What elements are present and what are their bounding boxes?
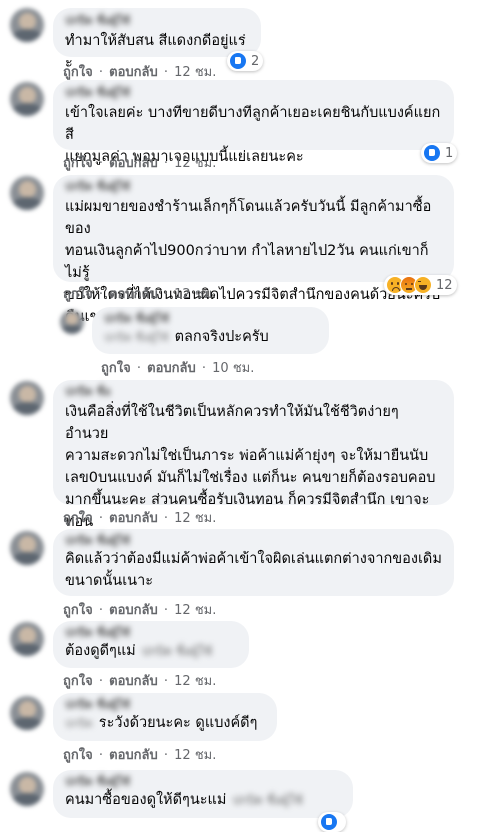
reaction-summary[interactable] bbox=[318, 812, 346, 832]
comment-bubble: ปกปิด ชื่อผู้ใช้ ทำมาให้สับสน สีแดงกดีอย… bbox=[53, 8, 261, 71]
comment-actions: ถูกใจ · ตอบกลับ · 12 ชม. bbox=[63, 748, 217, 763]
comment-author[interactable]: ปกปิด ชื่อผู้ใช้ bbox=[65, 534, 442, 548]
like-button[interactable]: ถูกใจ bbox=[63, 603, 93, 618]
comment-bubble: ปกปิด ชื่อผู้ใช้ เข้าใจเลยค่ะ บางทีขายดี… bbox=[53, 80, 454, 165]
avatar[interactable] bbox=[10, 8, 44, 42]
like-button[interactable]: ถูกใจ bbox=[63, 511, 93, 526]
comment-time[interactable]: 12 ชม. bbox=[174, 748, 216, 763]
comment-actions: ถูกใจ · ตอบกลับ · 10 ชม. bbox=[101, 361, 255, 376]
avatar[interactable] bbox=[10, 176, 44, 210]
avatar[interactable] bbox=[10, 696, 44, 730]
comment-bubble: ปกปิด ชื่อผู้ใช้ ปกปิด ชื่อผู้ใช้ ตลกจริ… bbox=[92, 307, 329, 354]
reply-button[interactable]: ตอบกลับ bbox=[147, 361, 196, 376]
avatar[interactable] bbox=[10, 531, 44, 565]
comment-author-subtitle: ปกปิด bbox=[65, 717, 93, 730]
comment-text: คิดแล้วว่าต้องมีแม่ค้าพ่อค้าเข้าใจผิดเล่… bbox=[65, 551, 442, 589]
like-button[interactable]: ถูกใจ bbox=[63, 748, 93, 763]
comment-actions: ถูกใจ · ตอบกลับ · 12 ชม. bbox=[63, 511, 217, 526]
avatar[interactable] bbox=[10, 622, 44, 656]
comment-bubble: ปกปิด ชื่อผู้ใช้ ต้องดูดีๆแม่ ปกปิด ชื่อ… bbox=[53, 621, 249, 668]
comment-author[interactable]: ปกปิด ชื่อผู้ใช้ bbox=[65, 86, 442, 100]
comment-author[interactable]: ปกปิด ชื่อผู้ใช้ bbox=[65, 698, 265, 712]
comment-bubble: ปกปิด ชื่อ เงินคือสิ่งที่ใช้ในชีวิตเป็นห… bbox=[53, 380, 454, 552]
comment-text: ระวังด้วยนะคะ ดูแบงค์ดีๆ bbox=[98, 715, 258, 731]
like-icon bbox=[229, 52, 247, 70]
reply-button[interactable]: ตอบกลับ bbox=[109, 674, 158, 689]
reply-button[interactable]: ตอบกลับ bbox=[109, 603, 158, 618]
comment-time[interactable]: 12 ชม. bbox=[174, 511, 216, 526]
like-button[interactable]: ถูกใจ bbox=[63, 674, 93, 689]
comment-author-subtitle: ปกปิด ชื่อผู้ใช้ bbox=[104, 331, 169, 344]
comment-text: คนมาซื้อของดูให้ดีๆนะแม่ bbox=[65, 792, 227, 808]
avatar[interactable] bbox=[10, 82, 44, 116]
reply-button[interactable]: ตอบกลับ bbox=[109, 511, 158, 526]
comment-text: ตลกจริงปะครับ bbox=[174, 329, 269, 345]
like-icon bbox=[320, 813, 338, 831]
reply-button[interactable]: ตอบกลับ bbox=[109, 156, 158, 171]
comment-author[interactable]: ปกปิด ชื่อผู้ใช้ bbox=[65, 14, 249, 28]
reaction-summary[interactable]: 2 bbox=[227, 51, 264, 71]
comment-time[interactable]: 12 ชม. bbox=[174, 674, 216, 689]
like-button[interactable]: ถูกใจ bbox=[101, 361, 131, 376]
comment-bubble: ปกปิด ชื่อผู้ใช้ คิดแล้วว่าต้องมีแม่ค้าพ… bbox=[53, 529, 454, 596]
comment-author[interactable]: ปกปิด ชื่อ bbox=[65, 385, 442, 399]
comment-actions: ถูกใจ · ตอบกลับ · 12 ชม. bbox=[63, 287, 217, 302]
comment-time[interactable]: 12 ชม. bbox=[174, 65, 216, 80]
avatar[interactable] bbox=[60, 310, 84, 334]
like-button[interactable]: ถูกใจ bbox=[63, 65, 93, 80]
avatar[interactable] bbox=[10, 381, 44, 415]
comment-author[interactable]: ปกปิด ชื่อผู้ใช้ bbox=[65, 626, 237, 640]
comment-time[interactable]: 12 ชม. bbox=[174, 603, 216, 618]
like-icon bbox=[423, 144, 441, 162]
comment-actions: ถูกใจ · ตอบกลับ · 12 ชม. bbox=[63, 603, 217, 618]
comment-time[interactable]: 12 ชม. bbox=[174, 287, 216, 302]
reply-button[interactable]: ตอบกลับ bbox=[109, 65, 158, 80]
reply-button[interactable]: ตอบกลับ bbox=[109, 287, 158, 302]
mention-tag[interactable]: ปกปิด ชื่อผู้ใช้ bbox=[142, 642, 213, 661]
reaction-count: 12 bbox=[436, 277, 453, 293]
avatar[interactable] bbox=[10, 772, 44, 806]
reaction-count: 2 bbox=[251, 53, 260, 69]
like-button[interactable]: ถูกใจ bbox=[63, 156, 93, 171]
comment-author[interactable]: ปกปิด ชื่อผู้ใช้ bbox=[65, 180, 442, 194]
comment-actions: ถูกใจ · ตอบกลับ · 12 ชม. bbox=[63, 65, 217, 80]
reaction-count: 1 bbox=[445, 145, 454, 161]
reaction-summary[interactable]: 1 bbox=[421, 143, 458, 163]
reply-button[interactable]: ตอบกลับ bbox=[109, 748, 158, 763]
mention-tag[interactable]: ปกปิด ชื่อผู้ใช้ bbox=[232, 791, 303, 810]
reaction-summary[interactable]: 12 bbox=[384, 275, 457, 295]
comment-actions: ถูกใจ · ตอบกลับ · 12 ชม. bbox=[63, 156, 217, 171]
comment-time[interactable]: 10 ชม. bbox=[212, 361, 254, 376]
comment-author[interactable]: ปกปิด ชื่อผู้ใช้ bbox=[104, 312, 317, 326]
comment-actions: ถูกใจ · ตอบกลับ · 12 ชม. bbox=[63, 674, 217, 689]
comment-time[interactable]: 12 ชม. bbox=[174, 156, 216, 171]
comment-bubble: ปกปิด ชื่อผู้ใช้ คนมาซื้อของดูให้ดีๆนะแม… bbox=[53, 770, 353, 818]
comment-bubble: ปกปิด ชื่อผู้ใช้ แม่ผมขายของชำร้านเล็กๆก… bbox=[53, 175, 454, 325]
comment-author[interactable]: ปกปิด ชื่อผู้ใช้ bbox=[65, 775, 341, 789]
comment-text: ต้องดูดีๆแม่ bbox=[65, 643, 136, 659]
like-button[interactable]: ถูกใจ bbox=[63, 287, 93, 302]
comment-bubble: ปกปิด ชื่อผู้ใช้ ปกปิด ระวังด้วยนะคะ ดูแ… bbox=[53, 693, 277, 741]
haha-icon bbox=[414, 276, 432, 294]
